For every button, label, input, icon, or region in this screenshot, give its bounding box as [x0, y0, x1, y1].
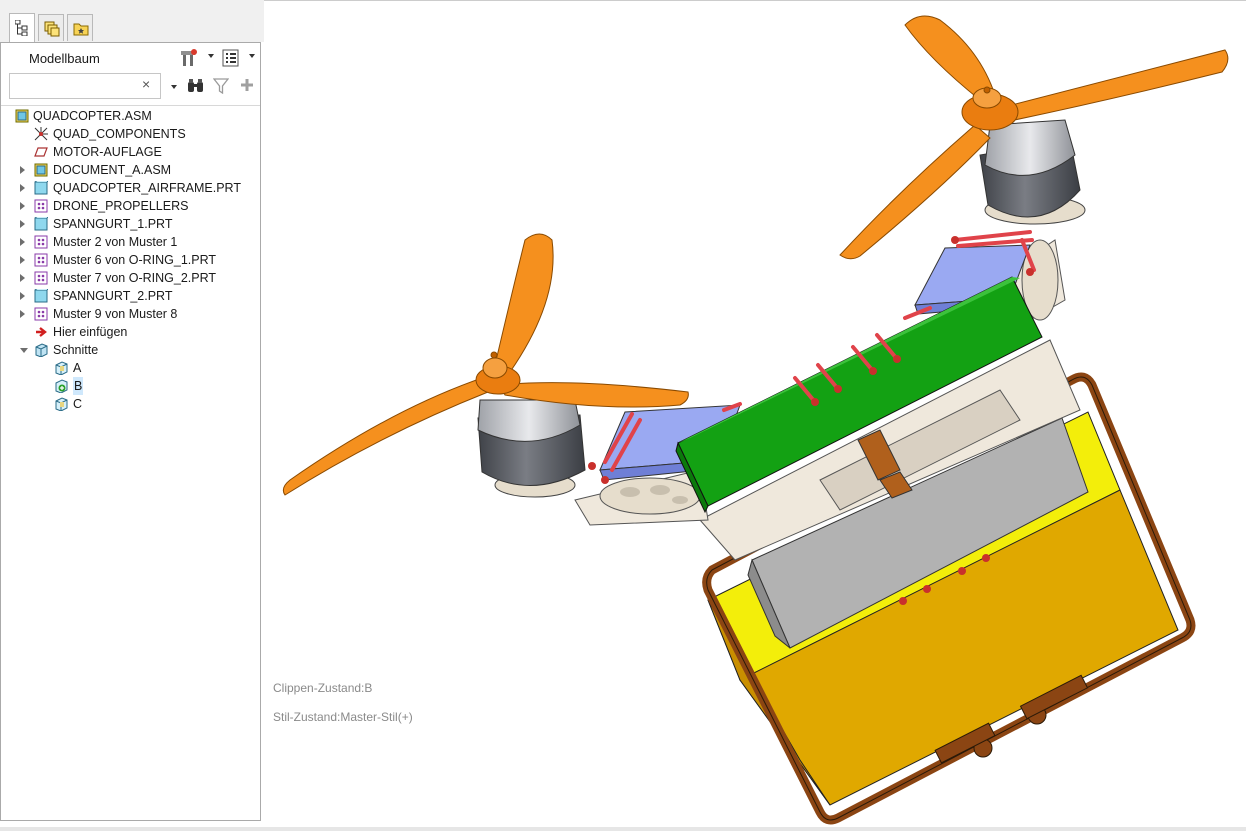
- tree-row[interactable]: Schnitte: [1, 341, 260, 359]
- model-tree: QUADCOPTER.ASM QUAD_COMPONENTS MOTOR-AUFLA…: [1, 107, 260, 413]
- expand-arrow-icon[interactable]: [20, 310, 25, 318]
- tree-item-label: QUADCOPTER.ASM: [33, 109, 152, 123]
- settings-icon[interactable]: [179, 48, 199, 71]
- assembly-icon: [15, 109, 29, 123]
- plane-icon: [34, 145, 48, 159]
- panel-title: Modellbaum: [29, 51, 100, 66]
- tree-item-label: DRONE_PROPELLERS: [53, 199, 189, 213]
- folder-star-icon: [73, 23, 89, 36]
- tree-item-label: SPANNGURT_2.PRT: [53, 289, 173, 303]
- graphics-viewport[interactable]: [264, 0, 1246, 831]
- left-motor: [477, 399, 586, 498]
- tree-row[interactable]: Muster 9 von Muster 8: [1, 305, 260, 323]
- tree-item-label: MOTOR-AUFLAGE: [53, 145, 162, 159]
- add-icon[interactable]: [240, 78, 254, 95]
- filter-icon[interactable]: [212, 78, 230, 97]
- model-tree-panel: Modellbaum × QUADCOPTER.ASM QUAD_COMPONE…: [0, 42, 261, 821]
- layers-icon: [44, 21, 60, 37]
- tree-row[interactable]: DRONE_PROPELLERS: [1, 197, 260, 215]
- find-icon[interactable]: [187, 78, 205, 97]
- favorites-tab[interactable]: [67, 14, 93, 41]
- tree-item-label: DOCUMENT_A.ASM: [53, 163, 172, 177]
- tree-row[interactable]: MOTOR-AUFLAGE: [1, 143, 260, 161]
- expand-arrow-icon[interactable]: [20, 202, 25, 210]
- pattern-icon: [34, 307, 48, 321]
- panel-header: Modellbaum: [1, 43, 260, 71]
- assembly-icon: [34, 163, 48, 177]
- tree-item-label: Schnitte: [53, 343, 99, 357]
- pattern-icon: [34, 253, 48, 267]
- pattern-icon: [34, 235, 48, 249]
- tree-row[interactable]: Muster 7 von O-RING_2.PRT: [1, 269, 260, 287]
- tree-item-label: SPANNGURT_1.PRT: [53, 217, 173, 231]
- expand-arrow-icon[interactable]: [20, 238, 25, 246]
- tree-item-label: QUADCOPTER_AIRFRAME.PRT: [53, 181, 241, 195]
- quadcopter-model: [282, 15, 1229, 825]
- section-icon: [54, 397, 68, 412]
- show-dropdown-icon[interactable]: [249, 54, 255, 58]
- right-motor: [979, 119, 1086, 225]
- tree-item-label: Muster 2 von Muster 1: [53, 235, 178, 249]
- insert-arrow-icon: [34, 325, 48, 339]
- tree-item-label: Muster 9 von Muster 8: [53, 307, 178, 321]
- clip-state-text: Clippen-Zustand:B: [273, 681, 373, 695]
- tree-row[interactable]: DOCUMENT_A.ASM: [1, 161, 260, 179]
- tree-row[interactable]: B: [1, 377, 260, 395]
- tree-item-label: C: [73, 397, 83, 411]
- tree-row[interactable]: C: [1, 395, 260, 413]
- expand-arrow-icon[interactable]: [20, 256, 25, 264]
- expand-arrow-icon[interactable]: [20, 184, 25, 192]
- expand-arrow-icon[interactable]: [20, 166, 25, 174]
- clear-search-icon[interactable]: ×: [142, 76, 150, 92]
- tree-row[interactable]: A: [1, 359, 260, 377]
- settings-dropdown-icon[interactable]: [208, 54, 214, 58]
- pattern-icon: [34, 271, 48, 285]
- model-tree-tab[interactable]: [9, 13, 35, 42]
- expand-arrow-icon[interactable]: [20, 292, 25, 300]
- tree-row[interactable]: QUADCOPTER.ASM: [1, 107, 260, 125]
- tree-item-label: QUAD_COMPONENTS: [53, 127, 186, 141]
- search-row: ×: [1, 73, 260, 103]
- tree-item-label: Muster 6 von O-RING_1.PRT: [53, 253, 217, 267]
- tree-row[interactable]: Muster 6 von O-RING_1.PRT: [1, 251, 260, 269]
- search-dropdown-icon[interactable]: [171, 85, 177, 89]
- tree-row[interactable]: Hier einfügen: [1, 323, 260, 341]
- show-icon[interactable]: [222, 48, 240, 71]
- tree-row[interactable]: SPANNGURT_1.PRT: [1, 215, 260, 233]
- part-icon: [34, 287, 51, 303]
- tree-row[interactable]: SPANNGURT_2.PRT: [1, 287, 260, 305]
- expand-arrow-icon[interactable]: [20, 220, 25, 228]
- tree-hierarchy-icon: [15, 20, 28, 36]
- style-state-text: Stil-Zustand:Master-Stil(+): [273, 710, 413, 724]
- tree-row[interactable]: Muster 2 von Muster 1: [1, 233, 260, 251]
- tree-item-label: Muster 7 von O-RING_2.PRT: [53, 271, 217, 285]
- tree-row[interactable]: QUADCOPTER_AIRFRAME.PRT: [1, 179, 260, 197]
- section-active-icon: [54, 379, 68, 394]
- separator: [1, 105, 260, 106]
- tree-item-label: B: [73, 377, 84, 395]
- collapse-arrow-icon[interactable]: [20, 348, 28, 353]
- layers-tab[interactable]: [38, 14, 64, 41]
- tree-row[interactable]: QUAD_COMPONENTS: [1, 125, 260, 143]
- part-icon: [34, 215, 51, 231]
- section-folder-icon: [34, 343, 48, 358]
- tree-item-label: Hier einfügen: [53, 325, 128, 339]
- section-icon: [54, 361, 68, 376]
- part-icon: [34, 179, 51, 195]
- csys-icon: [34, 127, 48, 141]
- panel-tab-strip: [0, 0, 264, 42]
- search-input[interactable]: [9, 73, 161, 99]
- bottom-bar: [0, 827, 1246, 831]
- expand-arrow-icon[interactable]: [20, 274, 25, 282]
- tree-item-label: A: [73, 361, 82, 375]
- pattern-icon: [34, 199, 48, 213]
